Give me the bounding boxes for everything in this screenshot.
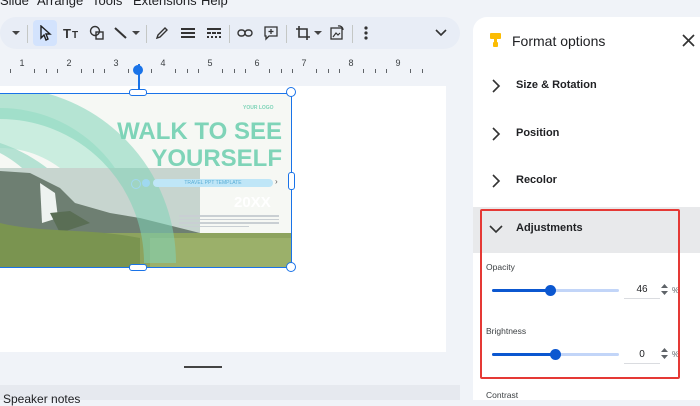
toolbar-divider (146, 25, 147, 43)
toolbar-divider (229, 25, 230, 43)
chevron-right-icon (492, 127, 501, 141)
slide-image[interactable]: YOUR LOGO WALK TO SEE YOURSELF TRAVEL PP… (0, 93, 292, 268)
shape-icon[interactable] (86, 17, 108, 49)
toolbar-divider (352, 25, 353, 43)
section-position-label: Position (516, 127, 560, 139)
section-size-rotation[interactable]: Size & Rotation (473, 64, 700, 110)
line-icon[interactable] (110, 17, 132, 49)
section-recolor[interactable]: Recolor (473, 159, 700, 205)
slide-next-arrow-icon: › (275, 177, 278, 186)
collapse-icon[interactable] (432, 17, 450, 49)
horizontal-ruler: 1 2 3 4 5 6 7 8 9 (0, 56, 446, 76)
menu-extensions[interactable]: Extensions (133, 0, 197, 8)
slide-dot (131, 179, 141, 189)
slide-headline-line-1: WALK TO SEE (117, 118, 282, 145)
slide-body-text (179, 213, 279, 233)
crop-dropdown-icon[interactable] (312, 17, 324, 49)
chevron-right-icon (492, 174, 501, 188)
speaker-notes-label: Speaker notes (3, 392, 81, 406)
section-recolor-label: Recolor (516, 174, 557, 186)
toolbar: TT (0, 17, 460, 49)
resize-handle-top[interactable] (129, 89, 147, 96)
select-pointer-icon[interactable] (33, 20, 57, 46)
highlight-annotation-box (480, 209, 680, 379)
ruler-number: 8 (348, 58, 354, 68)
ruler-number: 5 (207, 58, 213, 68)
menu-tools[interactable]: Tools (92, 0, 122, 8)
replace-image-icon[interactable] (326, 17, 348, 49)
crop-icon[interactable] (292, 17, 314, 49)
menu-arrange[interactable]: Arrange (37, 0, 83, 8)
ruler-number: 1 (19, 58, 25, 68)
slide-headline-line-2: YOURSELF (151, 145, 282, 172)
slide-logo-text: YOUR LOGO (243, 105, 274, 111)
paint-format-icon (489, 32, 503, 53)
toolbar-divider (27, 25, 28, 43)
ruler-number: 4 (160, 58, 166, 68)
ruler-number: 3 (113, 58, 119, 68)
slide-dot (142, 179, 150, 187)
resize-handle-top-right[interactable] (286, 87, 296, 97)
menu-bar: Slide Arrange Tools Extensions Help (0, 0, 470, 8)
menu-help[interactable]: Help (201, 0, 228, 8)
dropdown-arrow-icon[interactable] (8, 17, 24, 49)
resize-handle-right[interactable] (288, 172, 295, 190)
speaker-notes-bar[interactable]: Speaker notes (0, 385, 460, 406)
slide-year: 20XX (234, 194, 271, 211)
line-dropdown-icon[interactable] (130, 17, 142, 49)
svg-text:T: T (72, 30, 78, 40)
section-position[interactable]: Position (473, 112, 700, 158)
contrast-label: Contrast (486, 390, 519, 400)
svg-text:T: T (63, 26, 71, 40)
slide-subtitle: TRAVEL PPT TEMPLATE (153, 179, 273, 187)
resize-handle-bottom-right[interactable] (286, 262, 296, 272)
resize-handle-bottom[interactable] (129, 264, 147, 271)
more-icon[interactable] (356, 17, 376, 49)
comment-icon[interactable] (260, 17, 282, 49)
panel-title: Format options (512, 33, 606, 49)
pen-icon[interactable] (151, 17, 173, 49)
ruler-number: 7 (301, 58, 307, 68)
menu-slide[interactable]: Slide (0, 0, 29, 8)
notes-splitter-handle[interactable] (184, 366, 222, 368)
text-box-icon[interactable]: TT (60, 17, 84, 49)
ruler-number: 2 (66, 58, 72, 68)
ruler-number: 6 (254, 58, 260, 68)
chevron-right-icon (492, 79, 501, 93)
rotation-handle[interactable] (133, 65, 143, 75)
line-style-icon[interactable] (203, 17, 225, 49)
close-icon[interactable] (682, 34, 695, 52)
toolbar-divider (286, 25, 287, 43)
link-icon[interactable] (234, 17, 256, 49)
slide-headline: WALK TO SEE YOURSELF (112, 118, 282, 172)
ruler-number: 9 (395, 58, 401, 68)
section-size-rotation-label: Size & Rotation (516, 79, 597, 91)
align-icon[interactable] (177, 17, 199, 49)
